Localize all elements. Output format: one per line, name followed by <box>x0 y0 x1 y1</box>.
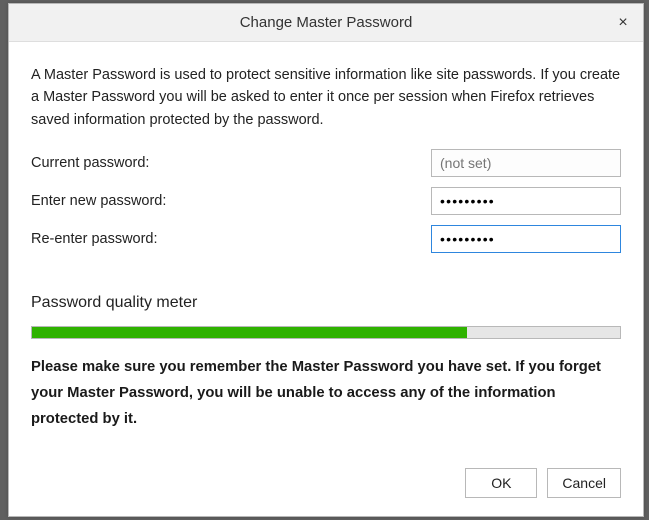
new-password-input[interactable] <box>431 187 621 215</box>
close-icon: × <box>618 14 627 32</box>
dialog-title: Change Master Password <box>240 14 413 31</box>
dialog-body: A Master Password is used to protect sen… <box>9 42 643 468</box>
quality-meter-label: Password quality meter <box>31 291 621 316</box>
reenter-password-input[interactable] <box>431 225 621 253</box>
new-password-row: Enter new password: <box>31 187 621 215</box>
change-master-password-dialog: Change Master Password × A Master Passwo… <box>8 3 644 517</box>
ok-button[interactable]: OK <box>465 468 537 498</box>
warning-text: Please make sure you remember the Master… <box>31 355 621 433</box>
new-password-label: Enter new password: <box>31 190 431 212</box>
current-password-row: Current password: <box>31 149 621 177</box>
reenter-password-label: Re-enter password: <box>31 228 431 250</box>
intro-text: A Master Password is used to protect sen… <box>31 64 621 131</box>
reenter-password-row: Re-enter password: <box>31 225 621 253</box>
dialog-titlebar: Change Master Password × <box>9 4 643 42</box>
quality-meter-fill <box>32 327 467 338</box>
current-password-input <box>431 149 621 177</box>
cancel-button[interactable]: Cancel <box>547 468 621 498</box>
current-password-label: Current password: <box>31 152 431 174</box>
quality-meter <box>31 326 621 339</box>
close-button[interactable]: × <box>603 4 643 42</box>
dialog-footer: OK Cancel <box>9 468 643 516</box>
